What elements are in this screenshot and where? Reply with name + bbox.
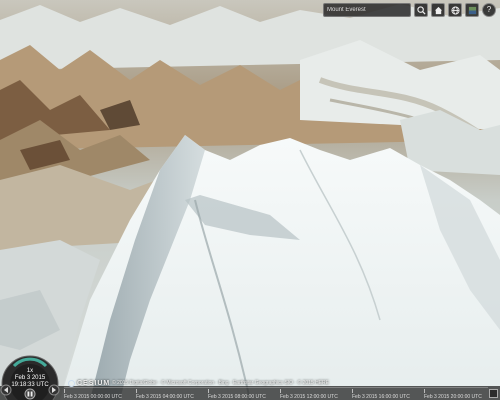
geocoder-search-box[interactable]	[323, 3, 411, 17]
scene-mode-button[interactable]	[448, 3, 462, 17]
animation-speed: 1x	[26, 368, 34, 374]
globe-icon	[450, 5, 460, 15]
timeline-tick: Feb 3 2015 00:00:00 UTC	[64, 389, 122, 400]
animation-time: 19:18:33 UTC	[11, 382, 49, 388]
pause-button[interactable]	[24, 388, 36, 400]
timeline[interactable]: Feb 3 2015 00:00:00 UTC Feb 3 2015 04:00…	[64, 387, 488, 400]
fullscreen-button[interactable]	[489, 389, 498, 398]
timeline-tick: Feb 3 2015 08:00:00 UTC	[208, 389, 266, 400]
timeline-tick: Feb 3 2015 16:00:00 UTC	[352, 389, 410, 400]
search-icon	[416, 5, 426, 15]
base-layer-picker-button[interactable]	[465, 3, 479, 17]
home-icon	[434, 6, 442, 14]
help-button[interactable]: ?	[482, 3, 496, 17]
search-button[interactable]	[414, 3, 428, 17]
cesium-logo-icon	[68, 380, 75, 387]
help-icon: ?	[486, 5, 492, 14]
cesium-logo[interactable]: CESIUM	[68, 380, 110, 387]
terrain-3d-view[interactable]	[0, 0, 500, 400]
viewer-toolbar: ?	[323, 3, 496, 17]
imagery-layers-icon	[468, 6, 476, 14]
search-input[interactable]	[327, 7, 407, 13]
cesium-viewer[interactable]: ? CESIUM © 2015 DigitalGlobe · © Microso…	[0, 0, 500, 400]
timeline-tick: Feb 3 2015 20:00:00 UTC	[424, 389, 482, 400]
animation-widget[interactable]: 1x Feb 3 2015 19:18:33 UTC	[0, 354, 66, 400]
home-button[interactable]	[431, 3, 445, 17]
timeline-tick: Feb 3 2015 12:00:00 UTC	[280, 389, 338, 400]
pause-icon	[27, 391, 30, 397]
animation-date: Feb 3 2015	[14, 375, 46, 381]
timeline-tick: Feb 3 2015 04:00:00 UTC	[136, 389, 194, 400]
imagery-credits[interactable]: © 2015 DigitalGlobe · © Microsoft Corpor…	[112, 380, 329, 386]
